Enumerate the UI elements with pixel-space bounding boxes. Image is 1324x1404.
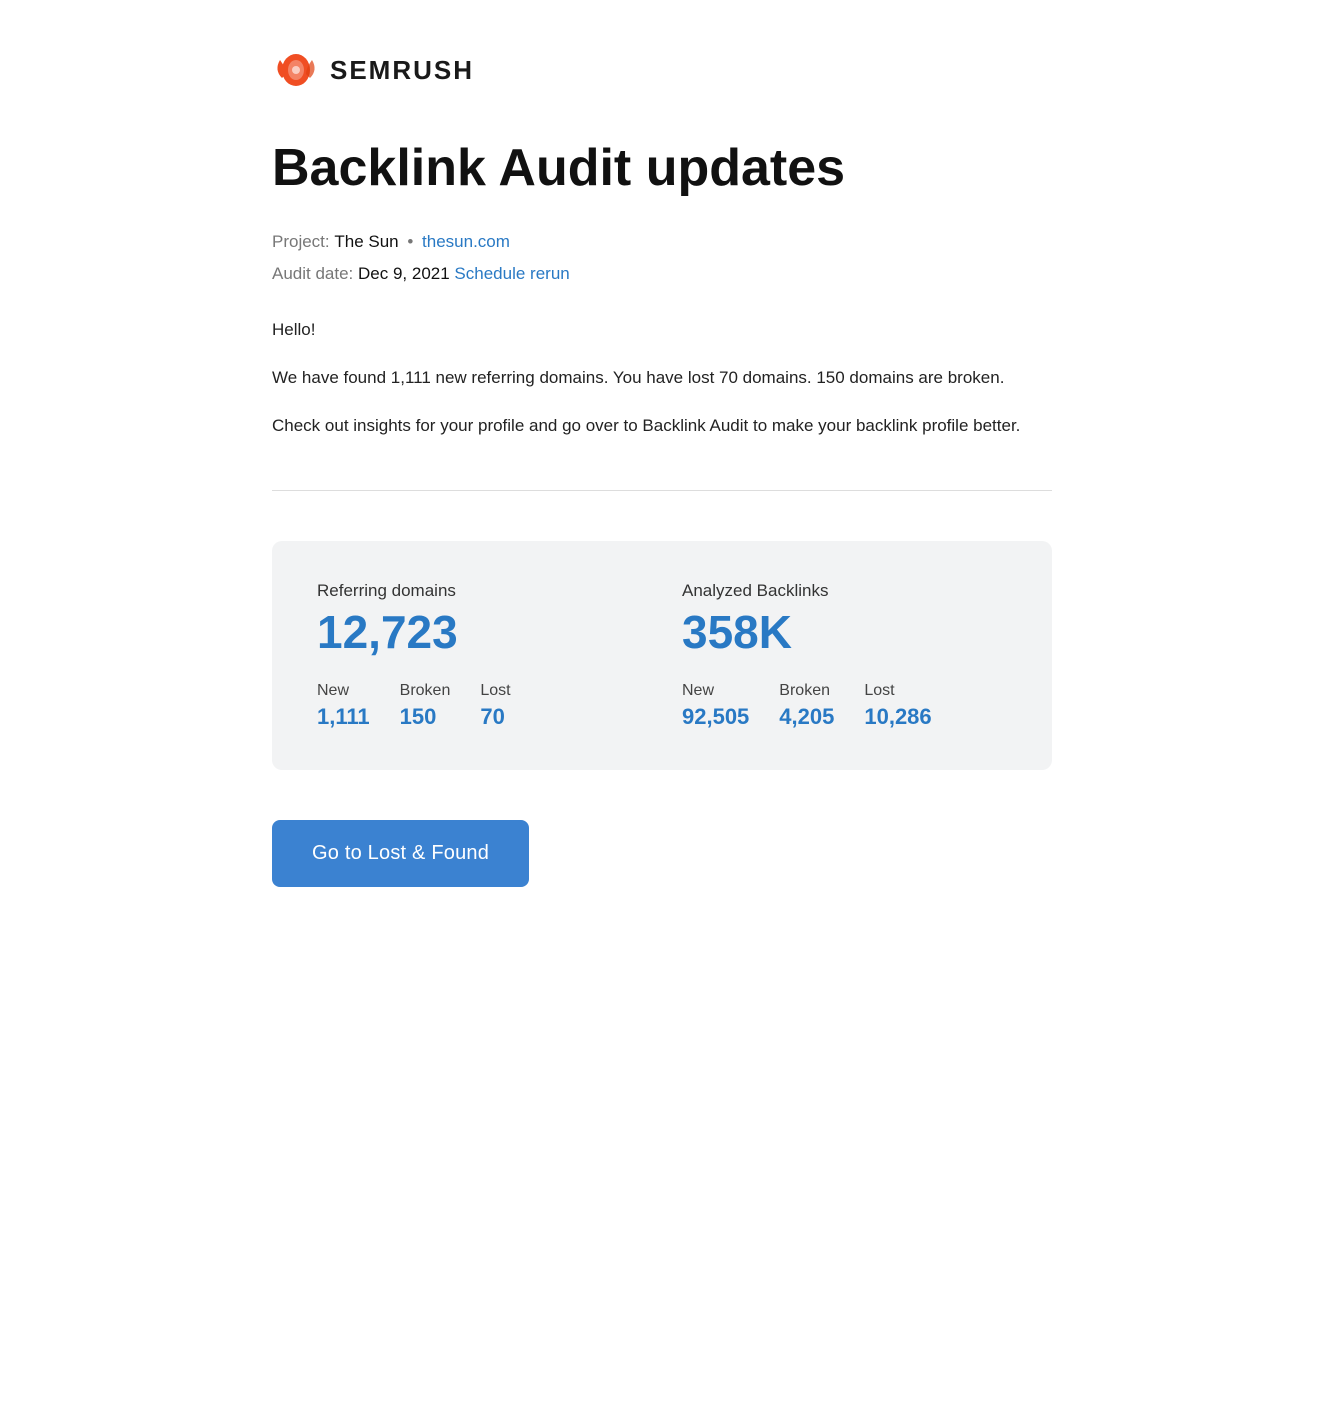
stats-card: Referring domains 12,723 New 1,111 Broke… [272,541,1052,770]
referring-domains-sub-row: New 1,111 Broken 150 Lost 70 [317,682,642,730]
email-container: SEMRUSH Backlink Audit updates Project: … [212,0,1112,937]
rd-lost-label: Lost [480,682,510,700]
ab-new-item: New 92,505 [682,682,749,730]
referring-domains-value[interactable]: 12,723 [317,607,642,658]
rd-lost-value[interactable]: 70 [480,704,510,730]
project-label: Project: [272,232,334,251]
rd-new-item: New 1,111 [317,682,370,730]
semrush-logo-icon [272,50,320,90]
schedule-rerun-link[interactable]: Schedule rerun [450,264,570,283]
go-to-lost-found-button[interactable]: Go to Lost & Found [272,820,529,887]
rd-lost-item: Lost 70 [480,682,510,730]
logo-text: SEMRUSH [330,55,474,86]
body-paragraph1: We have found 1,111 new referring domain… [272,364,1052,392]
section-divider [272,490,1052,491]
ab-broken-value[interactable]: 4,205 [779,704,834,730]
ab-broken-label: Broken [779,682,834,700]
stats-grid: Referring domains 12,723 New 1,111 Broke… [317,581,1007,730]
audit-date: Dec 9, 2021 [358,264,450,283]
rd-new-label: New [317,682,370,700]
separator-dot: • [403,232,418,251]
page-title: Backlink Audit updates [272,140,1052,197]
ab-lost-label: Lost [864,682,931,700]
ab-broken-item: Broken 4,205 [779,682,834,730]
project-name: The Sun [334,232,398,251]
analyzed-backlinks-sub-row: New 92,505 Broken 4,205 Lost 10,286 [682,682,1007,730]
logo-area: SEMRUSH [272,50,1052,90]
ab-lost-item: Lost 10,286 [864,682,931,730]
project-url-link[interactable]: thesun.com [422,232,510,251]
analyzed-backlinks-value[interactable]: 358K [682,607,1007,658]
analyzed-backlinks-section: Analyzed Backlinks 358K New 92,505 Broke… [682,581,1007,730]
project-meta-line: Project: The Sun • thesun.com [272,229,1052,255]
ab-new-value[interactable]: 92,505 [682,704,749,730]
body-paragraph2: Check out insights for your profile and … [272,412,1052,440]
meta-info: Project: The Sun • thesun.com Audit date… [272,229,1052,286]
greeting-text: Hello! [272,316,1052,344]
rd-broken-value[interactable]: 150 [400,704,451,730]
rd-broken-item: Broken 150 [400,682,451,730]
ab-lost-value[interactable]: 10,286 [864,704,931,730]
ab-new-label: New [682,682,749,700]
referring-domains-section: Referring domains 12,723 New 1,111 Broke… [317,581,642,730]
analyzed-backlinks-label: Analyzed Backlinks [682,581,1007,601]
rd-new-value[interactable]: 1,111 [317,704,370,730]
audit-label: Audit date: [272,264,358,283]
audit-meta-line: Audit date: Dec 9, 2021 Schedule rerun [272,261,1052,287]
rd-broken-label: Broken [400,682,451,700]
referring-domains-label: Referring domains [317,581,642,601]
